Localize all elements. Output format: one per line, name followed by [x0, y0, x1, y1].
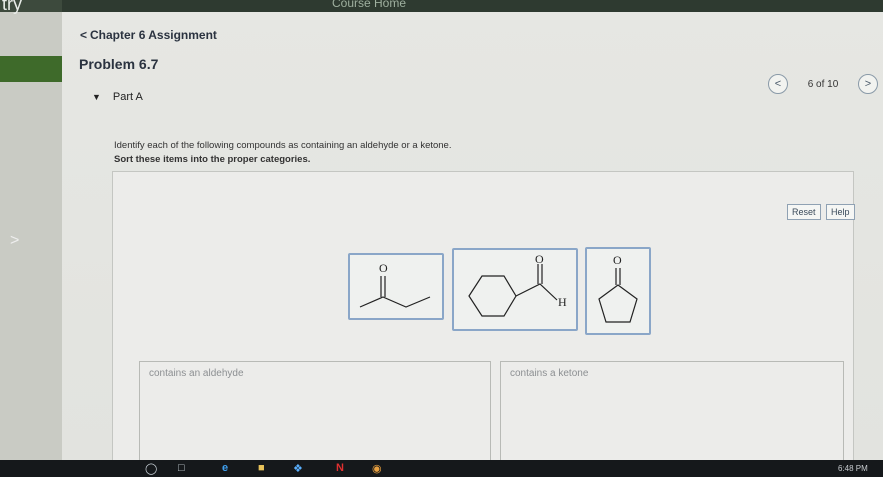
oxygen-label: O [535, 252, 544, 266]
taskbar-clock[interactable]: 6:48 PM [838, 464, 868, 473]
chevron-left-icon: < [80, 28, 88, 42]
molecule-tile-butanone[interactable]: O [348, 253, 444, 320]
top-header-text[interactable]: Course Home [332, 0, 406, 10]
problem-count: 6 of 10 [807, 78, 839, 90]
help-button[interactable]: Help [826, 204, 855, 220]
triangle-down-icon: ▼ [92, 92, 101, 102]
aldehyde-bin-label: contains an aldehyde [149, 368, 244, 379]
sidebar-brand: try [2, 0, 22, 14]
netflix-icon[interactable]: N [336, 462, 344, 474]
sidebar-expand-icon[interactable]: > [10, 232, 19, 250]
top-header-bar: Course Home [62, 0, 883, 12]
assignment-page: Course Home < Chapter 6 Assignment Proble… [62, 0, 883, 462]
oxygen-label: O [613, 253, 622, 267]
edge-icon[interactable]: e [222, 462, 228, 474]
molecule-tile-cyclopentanone[interactable]: O [585, 247, 651, 335]
part-a-toggle[interactable]: ▼ Part A [92, 91, 143, 103]
left-sidebar: try > arch [0, 0, 62, 476]
prev-problem-button[interactable]: < [768, 74, 788, 94]
part-label: Part A [112, 91, 143, 103]
task-view-icon[interactable]: □ [178, 462, 185, 474]
next-problem-button[interactable]: > [858, 74, 878, 94]
taskbar: ◯ □ e ■ ❖ N ◉ 6:48 PM [0, 460, 883, 477]
chapter-back-label: Chapter 6 Assignment [90, 28, 217, 42]
instruction-text: Identify each of the following compounds… [114, 140, 452, 151]
dropbox-icon[interactable]: ❖ [293, 462, 303, 475]
sidebar-active-bar [0, 56, 62, 82]
problem-pager: < 6 of 10 > [768, 74, 878, 94]
folder-icon[interactable]: ■ [258, 462, 265, 474]
sort-instruction: Sort these items into the proper categor… [114, 154, 311, 165]
oxygen-label: O [379, 261, 388, 275]
user-icon[interactable]: ◯ [145, 462, 157, 475]
ketone-drop-zone[interactable]: contains a ketone [500, 361, 844, 462]
molecule-tile-cyclohexanecarbaldehyde[interactable]: O H [452, 248, 578, 331]
ketone-bin-label: contains a ketone [510, 368, 589, 379]
aldehyde-drop-zone[interactable]: contains an aldehyde [139, 361, 491, 462]
butanone-structure: O [359, 261, 431, 308]
cyclohexanecarbaldehyde-structure: O H [468, 252, 567, 317]
hydrogen-label: H [558, 295, 567, 309]
cyclopentanone-structure: O [598, 253, 638, 323]
problem-title: Problem 6.7 [79, 56, 159, 72]
chrome-icon[interactable]: ◉ [372, 462, 382, 475]
chapter-back-link[interactable]: < Chapter 6 Assignment [80, 28, 217, 42]
reset-button[interactable]: Reset [787, 204, 821, 220]
